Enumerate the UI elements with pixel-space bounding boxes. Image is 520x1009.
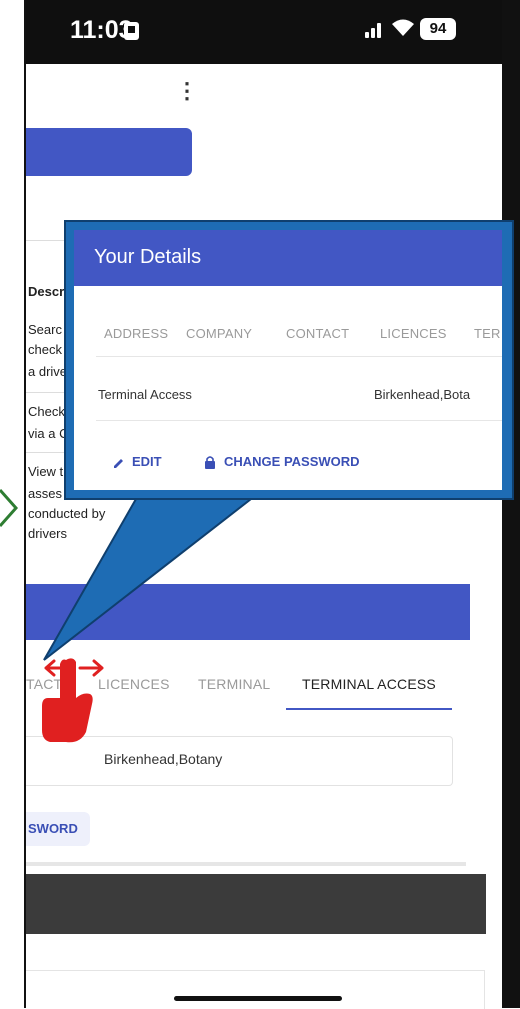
your-details-title: Your Details xyxy=(94,246,202,268)
description-line: View t xyxy=(28,464,64,479)
terminal-access-label: Terminal Access xyxy=(98,387,192,402)
phone-bezel-right xyxy=(502,0,520,1008)
arrow-tip-icon xyxy=(0,489,19,527)
bottom-card xyxy=(26,970,485,1009)
tab-terminal[interactable]: TER xyxy=(474,326,501,341)
active-tab-indicator xyxy=(286,708,452,710)
terminal-access-value: Birkenhead,Botany xyxy=(104,751,223,767)
divider xyxy=(96,356,502,357)
terminal-access-value: Birkenhead,Bota xyxy=(374,387,471,402)
sim-icon xyxy=(124,22,139,40)
description-line: via a C xyxy=(28,426,69,441)
lock-icon xyxy=(204,455,216,474)
tab-address[interactable]: ADDRESS xyxy=(104,326,168,341)
header-bar-background xyxy=(26,128,192,176)
callout-panel: Your Details ADDRESS COMPANY CONTACT LIC… xyxy=(74,230,502,490)
change-password-label: SWORD xyxy=(28,821,78,836)
edit-button[interactable]: EDIT xyxy=(132,454,162,469)
description-header: Descr xyxy=(28,284,65,299)
divider xyxy=(96,420,502,421)
swipe-hand-icon xyxy=(42,658,104,743)
change-password-button[interactable]: CHANGE PASSWORD xyxy=(224,454,360,469)
description-line: a drive xyxy=(28,364,68,379)
battery-indicator: 94 xyxy=(420,18,456,40)
tab-terminal[interactable]: TERMINAL xyxy=(198,676,270,692)
tab-company[interactable]: COMPANY xyxy=(186,326,252,341)
phone-bezel-left xyxy=(24,0,26,1008)
tab-licences[interactable]: LICENCES xyxy=(380,326,447,341)
dark-section-header xyxy=(26,874,486,934)
description-line: Searc xyxy=(28,322,62,337)
pencil-icon xyxy=(112,456,126,475)
callout-pointer xyxy=(43,491,263,661)
tab-terminal-access[interactable]: TERMINAL ACCESS xyxy=(302,676,436,692)
description-line: check xyxy=(28,342,62,357)
home-indicator[interactable] xyxy=(174,996,342,1001)
card-bottom-shadow xyxy=(26,862,466,866)
description-line: Check xyxy=(28,404,65,419)
signal-icon xyxy=(365,22,383,38)
wifi-icon xyxy=(390,16,416,45)
more-menu-icon[interactable]: ⋮ xyxy=(176,78,198,104)
tab-contact[interactable]: CONTACT xyxy=(286,326,349,341)
